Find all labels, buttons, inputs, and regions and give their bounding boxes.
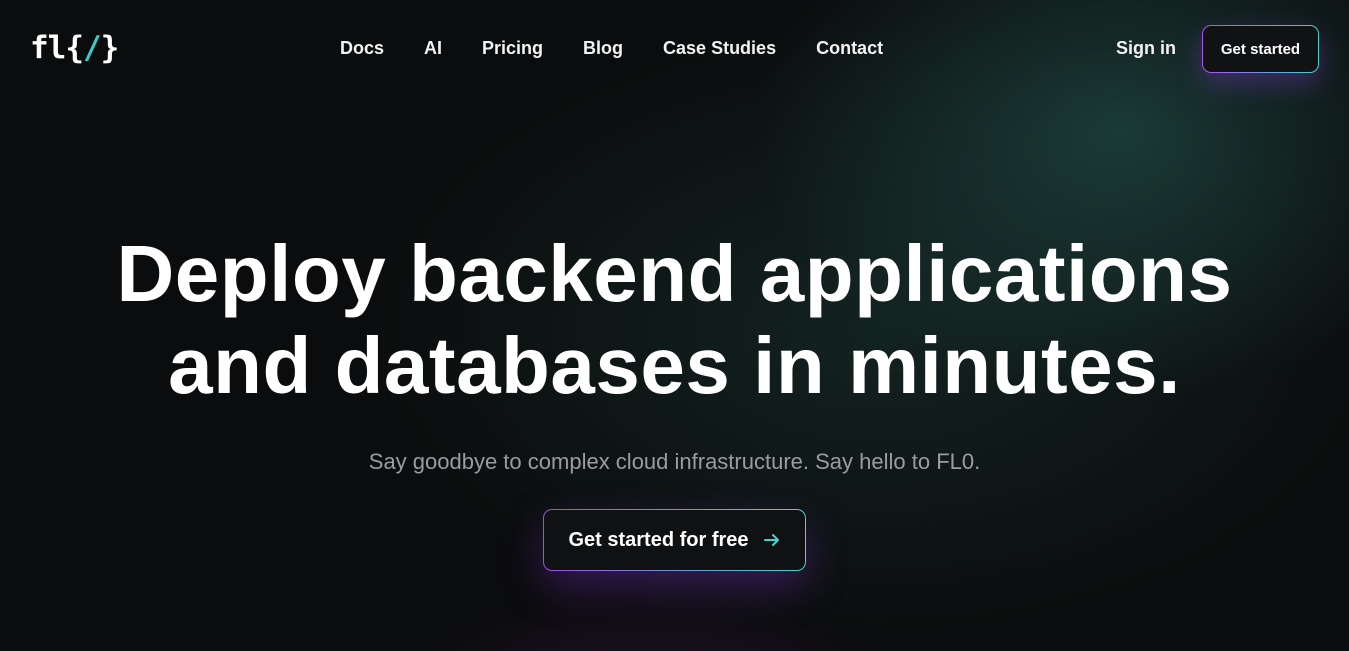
nav-case-studies[interactable]: Case Studies [663,36,776,61]
hero-subheadline: Say goodbye to complex cloud infrastruct… [368,449,981,474]
arrow-right-icon [763,531,781,549]
nav-ai[interactable]: AI [424,36,442,61]
nav-contact[interactable]: Contact [816,36,883,61]
get-started-label: Get started [1220,40,1301,58]
nav-pricing[interactable]: Pricing [482,36,543,61]
headline-line-2: and databases in minutes. [168,321,1181,410]
logo-prefix: fl{ [30,30,84,66]
logo-slash: / [83,30,102,66]
nav-blog[interactable]: Blog [583,36,623,61]
get-started-free-label: Get started for free [568,528,749,551]
get-started-button[interactable]: Get started [1202,25,1319,73]
get-started-free-button[interactable]: Get started for free [543,509,806,571]
landing-page: fl{/} Docs AI Pricing Blog Case Studies … [0,0,1349,651]
nav-docs[interactable]: Docs [340,36,384,61]
hero-headline: Deploy backend applications and database… [0,228,1349,412]
headline-line-1: Deploy backend applications [116,229,1233,318]
logo[interactable]: fl{/} [30,30,120,66]
logo-suffix: } [100,30,120,66]
main-nav: Docs AI Pricing Blog Case Studies Contac… [340,36,883,61]
sign-in-link[interactable]: Sign in [1116,38,1176,59]
